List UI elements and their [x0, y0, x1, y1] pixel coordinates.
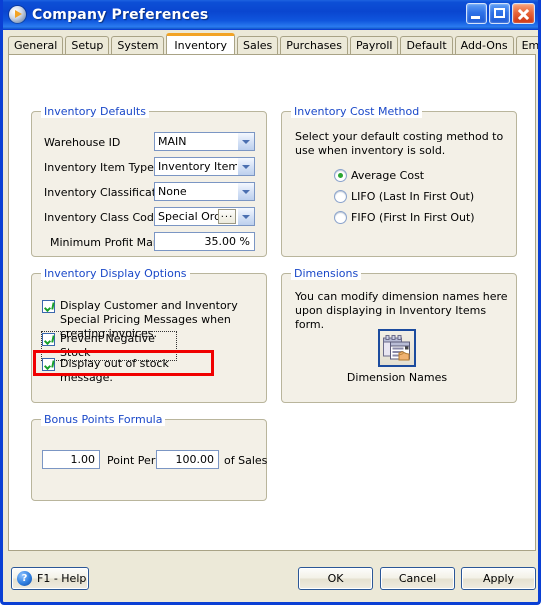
radio-label: LIFO (Last In First Out) [351, 190, 475, 203]
tab-sales[interactable]: Sales [236, 36, 279, 54]
close-button[interactable] [512, 3, 535, 24]
question-mark-icon: ? [17, 571, 32, 586]
inventory-class-code-value: Special Order [158, 210, 218, 223]
highlight-annotation-box [33, 350, 214, 376]
inventory-tab-page: Inventory Defaults Warehouse ID MAIN Inv… [8, 54, 536, 551]
title-bar: Company Preferences [3, 0, 538, 30]
radio-selected-icon[interactable] [334, 169, 347, 182]
chevron-down-icon[interactable] [237, 133, 254, 150]
tab-label: Default [406, 39, 447, 52]
dimensions-description: You can modify dimension names here upon… [295, 290, 508, 331]
tab-label: Email Setup [521, 39, 540, 52]
warehouse-id-value: MAIN [158, 135, 187, 148]
window-title: Company Preferences [32, 6, 209, 23]
tab-label: Payroll [355, 39, 393, 52]
maximize-button[interactable] [489, 3, 510, 24]
radio-fifo[interactable]: FIFO (First In First Out) [334, 211, 475, 224]
minimum-profit-margin-input[interactable]: 35.00 % [154, 232, 255, 251]
inventory-defaults-group: Inventory Defaults Warehouse ID MAIN Inv… [31, 105, 267, 257]
radio-unselected-icon[interactable] [334, 190, 347, 203]
point-per-label: Point Per [107, 454, 156, 467]
dimension-names-caption: Dimension Names [346, 371, 448, 384]
company-preferences-window: Company Preferences General Setup System… [0, 0, 541, 605]
inventory-classification-value: None [158, 185, 187, 198]
inventory-item-type-combo[interactable]: Inventory Item [154, 157, 255, 176]
inventory-cost-method-description: Select your default costing method to us… [295, 130, 504, 157]
of-sales-label: of Sales [224, 454, 268, 467]
radio-lifo[interactable]: LIFO (Last In First Out) [334, 190, 474, 203]
inventory-classification-combo[interactable]: None [154, 182, 255, 201]
browse-ellipsis-button[interactable]: ... [218, 209, 236, 224]
apply-button[interactable]: Apply [461, 567, 536, 590]
tab-label: System [117, 39, 159, 52]
window-controls [466, 3, 535, 24]
tab-default[interactable]: Default [400, 36, 453, 54]
checkbox-checked-icon[interactable] [42, 333, 55, 346]
radio-label: Average Cost [351, 169, 425, 182]
cancel-button[interactable]: Cancel [380, 567, 455, 590]
ok-button-label: OK [327, 572, 344, 585]
tab-email-setup[interactable]: Email Setup [515, 36, 540, 54]
tab-general[interactable]: General [8, 36, 64, 54]
tab-label: Setup [71, 39, 104, 52]
radio-unselected-icon[interactable] [334, 211, 347, 224]
inventory-cost-method-title: Inventory Cost Method [291, 105, 423, 118]
chevron-down-icon[interactable] [237, 183, 254, 200]
chevron-down-icon[interactable] [237, 158, 254, 175]
help-button-label: F1 - Help [37, 572, 87, 585]
warehouse-id-combo[interactable]: MAIN [154, 132, 255, 151]
dimensions-title: Dimensions [291, 267, 362, 280]
tab-setup[interactable]: Setup [65, 36, 110, 54]
dimension-names-button[interactable] [378, 329, 416, 367]
inventory-display-options-group: Inventory Display Options Display Custom… [31, 267, 267, 403]
bonus-sales-amount-input[interactable]: 100.00 [156, 450, 219, 469]
radio-label: FIFO (First In First Out) [351, 211, 475, 224]
help-button[interactable]: ? F1 - Help [11, 567, 89, 590]
maximize-icon [494, 8, 505, 18]
inventory-class-code-combo[interactable]: Special Order ... [154, 207, 255, 226]
inventory-item-type-value: Inventory Item [158, 160, 237, 173]
inventory-defaults-title: Inventory Defaults [41, 105, 149, 118]
apply-button-label: Apply [482, 572, 515, 585]
tab-system[interactable]: System [111, 36, 165, 54]
app-play-circle-icon [9, 6, 26, 23]
dimensions-group: Dimensions You can modify dimension name… [281, 267, 517, 403]
tab-payroll[interactable]: Payroll [349, 36, 399, 54]
inventory-class-code-label: Inventory Class Code [44, 211, 161, 224]
bonus-points-formula-group: Bonus Points Formula 1.00 Point Per 100.… [31, 413, 268, 501]
checkbox-checked-icon[interactable] [42, 300, 55, 313]
tab-label: Purchases [286, 39, 342, 52]
inventory-cost-method-group: Inventory Cost Method Select your defaul… [281, 105, 517, 257]
tab-label: Inventory [174, 38, 227, 52]
tab-purchases[interactable]: Purchases [280, 36, 348, 54]
dimension-names-form-icon [383, 335, 410, 361]
bonus-points-value-input[interactable]: 1.00 [42, 450, 100, 469]
inventory-item-type-label: Inventory Item Type [44, 161, 154, 174]
tab-add-ons[interactable]: Add-Ons [454, 36, 514, 54]
inventory-display-options-title: Inventory Display Options [41, 267, 190, 280]
warehouse-id-label: Warehouse ID [44, 136, 121, 149]
minimize-button[interactable] [466, 3, 487, 24]
bonus-points-formula-title: Bonus Points Formula [41, 413, 166, 426]
cancel-button-label: Cancel [398, 572, 437, 585]
tab-label: Add-Ons [460, 39, 508, 52]
tab-label: General [14, 39, 58, 52]
ok-button[interactable]: OK [298, 567, 373, 590]
minimize-icon [471, 16, 480, 19]
radio-average-cost[interactable]: Average Cost [334, 169, 424, 182]
tab-label: Sales [242, 39, 273, 52]
tab-inventory[interactable]: Inventory [166, 33, 235, 54]
tab-strip: General Setup System Inventory Sales Pur… [8, 33, 538, 54]
chevron-down-icon[interactable] [237, 208, 254, 225]
